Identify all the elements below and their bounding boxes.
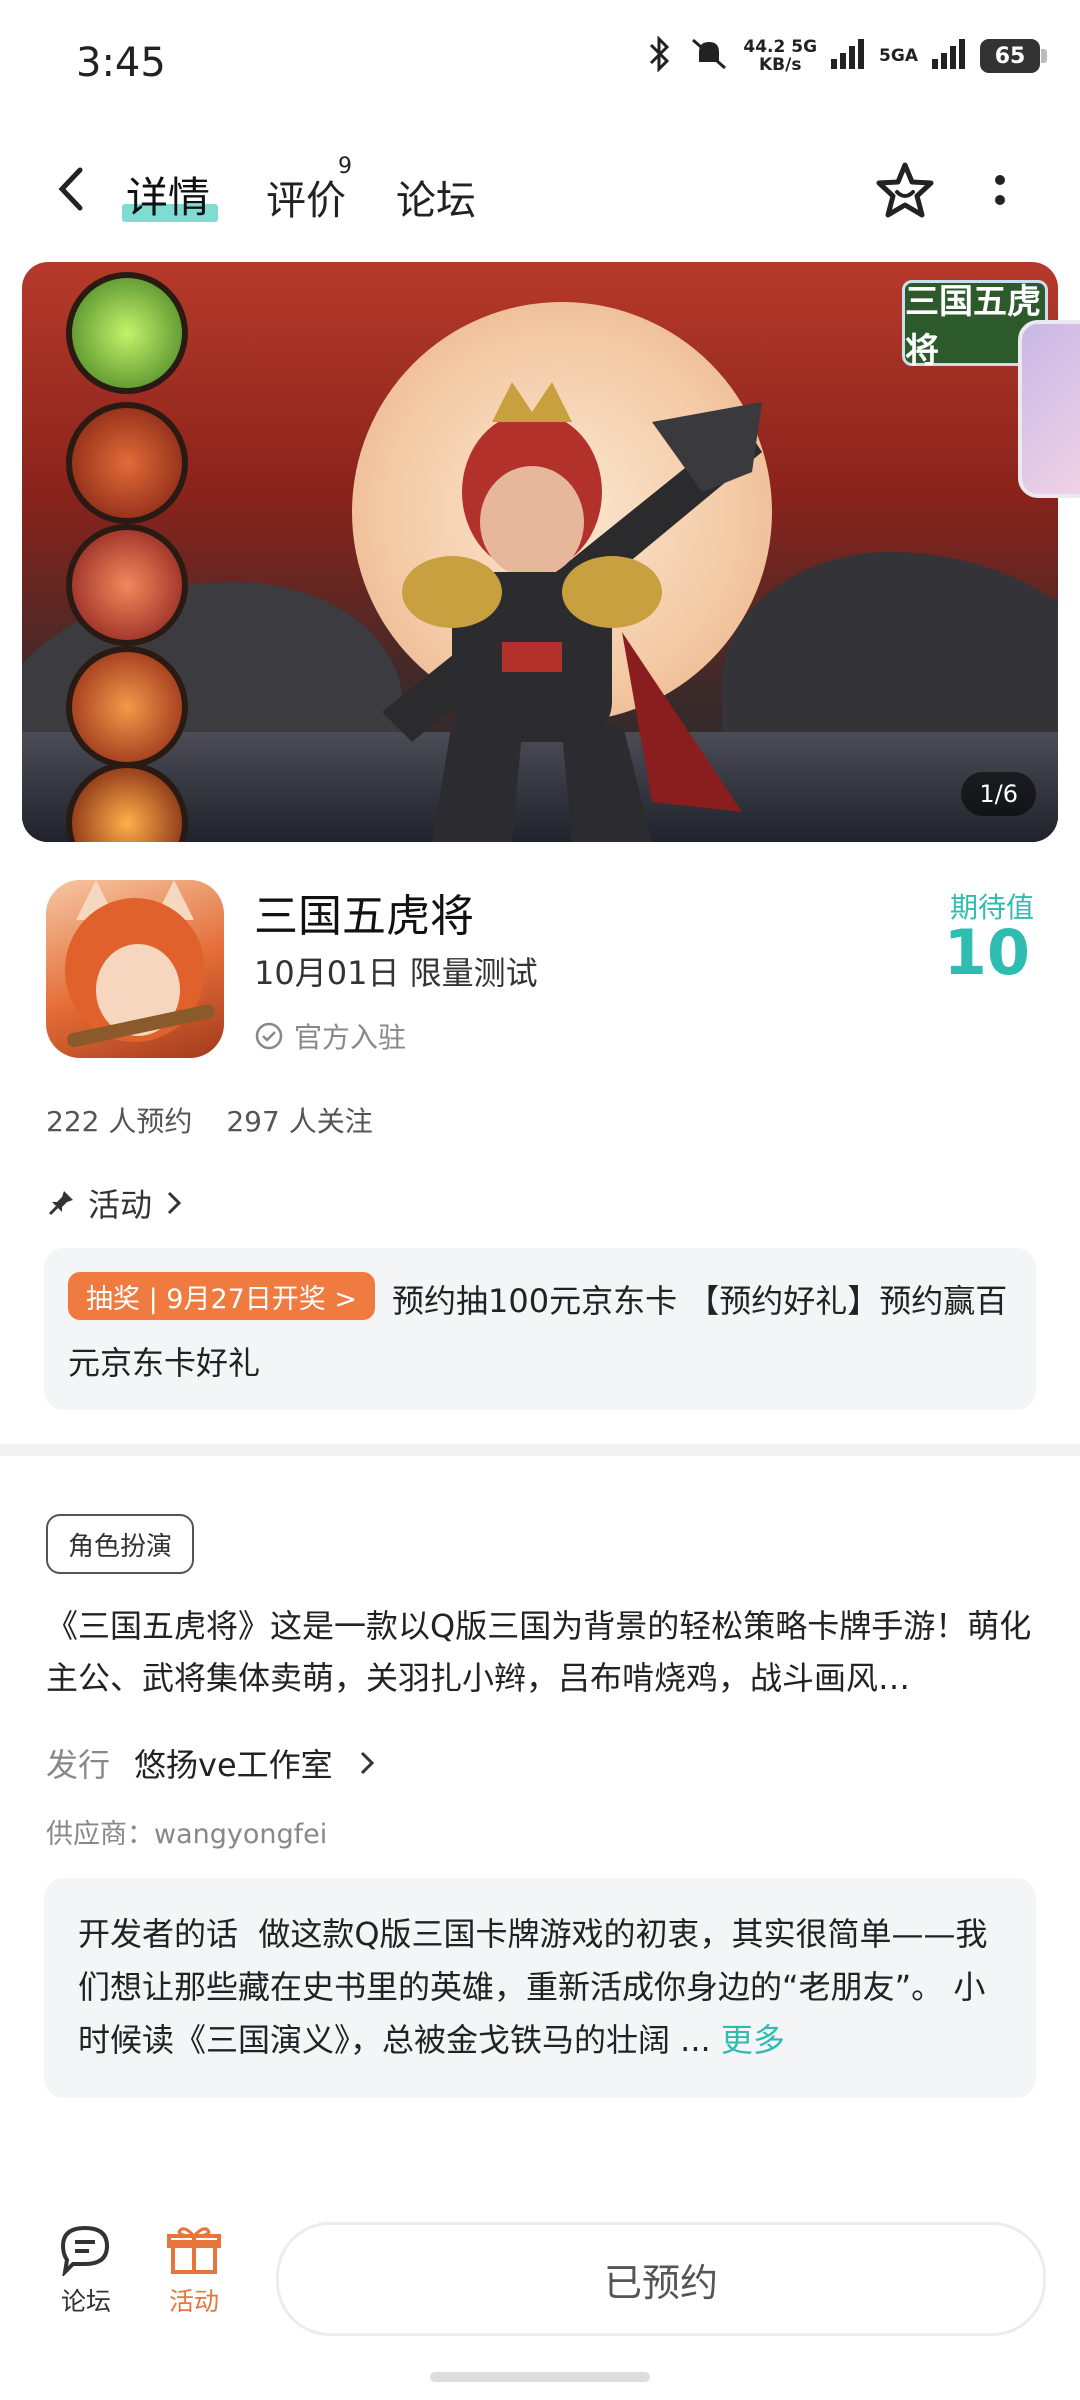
- back-button[interactable]: [52, 164, 92, 218]
- more-menu-button[interactable]: [990, 172, 1010, 216]
- verified-check-icon: [255, 1022, 283, 1050]
- skill-icon-3: [66, 524, 188, 646]
- bluetooth-icon: [645, 35, 675, 76]
- network-speed: 44.2 5G KB/s: [743, 37, 818, 75]
- warrior-illustration: [382, 382, 762, 842]
- bottom-forum-button[interactable]: 论坛: [36, 2222, 136, 2318]
- publisher-label: 发行: [46, 1746, 111, 1784]
- home-indicator: [430, 2372, 650, 2382]
- signal-icon-2: [932, 39, 966, 73]
- reviews-count-badge: 9: [338, 154, 352, 179]
- section-divider: [0, 1444, 1080, 1456]
- expectation-value: 10: [943, 916, 1030, 989]
- activity-section-header[interactable]: 活动: [46, 1180, 184, 1226]
- skill-icon-2: [66, 402, 188, 524]
- lottery-badge: 抽奖 | 9月27日开奖 >: [68, 1272, 376, 1320]
- publisher-name: 悠扬ve工作室: [134, 1746, 333, 1784]
- favorite-button[interactable]: [874, 160, 936, 226]
- status-time: 3:45: [76, 40, 166, 86]
- developer-notes-card[interactable]: 开发者的话 做这款Q版三国卡牌游戏的初衷，其实很简单——我们想让那些藏在史书里的…: [44, 1878, 1036, 2098]
- game-description[interactable]: 《三国五虎将》这是一款以Q版三国为背景的轻松策略卡牌手游！萌化主公、武将集体卖萌…: [46, 1600, 1036, 1704]
- pin-icon: [48, 1191, 73, 1216]
- gift-icon: [167, 2227, 221, 2274]
- skill-icon-4: [66, 646, 188, 768]
- bottom-activity-button[interactable]: 活动: [144, 2222, 244, 2318]
- more-link[interactable]: 更多: [721, 2021, 785, 2059]
- star-icon: [876, 162, 934, 218]
- battery-icon: 65: [980, 39, 1047, 73]
- sim2-label: 5GA: [879, 46, 918, 66]
- screenshot-carousel[interactable]: 三国五虎将 1/6: [22, 262, 1058, 842]
- reservation-count: 222 人预约: [46, 1105, 193, 1138]
- developer-notes-label: 开发者的话: [78, 1915, 239, 1953]
- genre-tag[interactable]: 角色扮演: [46, 1514, 195, 1574]
- activity-card[interactable]: 预约抽100元京东卡 【预约好礼】预约赢百元京东卡好礼 抽奖 | 9月27日开奖…: [44, 1248, 1036, 1410]
- more-vertical-icon: [995, 175, 1005, 205]
- app-icon: [46, 880, 224, 1058]
- tab-forum[interactable]: 论坛: [396, 168, 476, 226]
- bottom-forum-label: 论坛: [60, 2287, 111, 2316]
- developer-notes: 开发者的话 做这款Q版三国卡牌游戏的初衷，其实很简单——我们想让那些藏在史书里的…: [78, 1908, 1008, 2067]
- tab-details[interactable]: 详情: [126, 164, 210, 225]
- app-title: 三国五虎将: [254, 891, 474, 942]
- publisher-row[interactable]: 发行 悠扬ve工作室: [46, 1740, 377, 1786]
- chevron-right-icon: [360, 1751, 374, 1775]
- bottom-activity-label: 活动: [168, 2287, 219, 2316]
- back-arrow-icon: [58, 167, 83, 211]
- official-label: 官方入驻: [294, 1021, 407, 1054]
- mute-bell-icon: [689, 36, 729, 76]
- carousel-page-indicator: 1/6: [961, 772, 1036, 816]
- activity-heading: 活动: [88, 1186, 153, 1224]
- chevron-right-icon: [167, 1191, 182, 1215]
- follower-count: 297 人关注: [226, 1105, 373, 1138]
- official-badge: 官方入驻: [254, 1016, 406, 1056]
- skill-icon-1: [66, 272, 188, 394]
- status-icons: 44.2 5G KB/s 5GA 65: [645, 35, 1047, 76]
- supplier-info: 供应商：wangyongfei: [46, 1819, 328, 1850]
- tab-reviews[interactable]: 评价: [266, 168, 346, 226]
- signal-icon: [831, 39, 865, 73]
- reserved-button[interactable]: 已预约: [276, 2222, 1046, 2336]
- release-info: 10月01日 限量测试: [254, 954, 538, 992]
- app-stats: 222 人预约 297 人关注: [46, 1100, 373, 1140]
- next-screenshot-peek[interactable]: [1018, 320, 1080, 498]
- forum-chat-icon: [60, 2225, 110, 2278]
